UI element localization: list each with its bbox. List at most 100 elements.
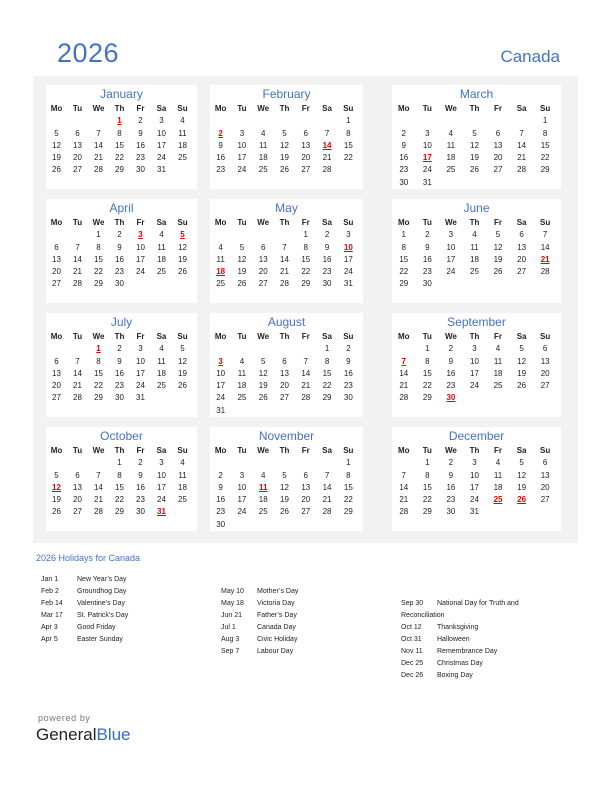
day-cell: 2 [448, 344, 454, 354]
month-card-november: November Mo Tu We Th Fr Sa Su 1 2 3 4 5 6 7 8 9 10 11 12 13 1… [210, 427, 363, 531]
day-cell: 17 [237, 153, 247, 163]
month-title: June [463, 201, 490, 215]
day-cell: 10 [216, 368, 226, 378]
day-cell: 3 [472, 458, 477, 468]
empty-cell [172, 164, 193, 176]
day-cell: 9 [117, 356, 122, 366]
day-cell: 29 [343, 507, 353, 517]
day-cell: 20 [73, 495, 82, 505]
week-row: 2 3 4 5 6 7 8 [210, 128, 363, 140]
day-cell: 3 [448, 230, 454, 240]
week-row: 10 11 12 13 14 15 16 [210, 368, 363, 380]
day-cell: 31 [422, 177, 432, 187]
day-cell: 20 [52, 381, 61, 391]
day-cell: 26 [258, 393, 268, 403]
day-cell: 4 [180, 458, 185, 468]
weekday-header: Mo Tu We Th Fr Sa Su [392, 217, 561, 229]
day-cell: 29 [322, 393, 332, 403]
weekday-header: Mo Tu We Th Fr Sa Su [210, 331, 363, 343]
week-row: 20 21 22 23 24 25 26 [46, 380, 197, 392]
day-cell: 5 [495, 230, 501, 240]
day-cell: 17 [343, 254, 353, 264]
day-cell: 10 [157, 128, 166, 138]
day-cell: 27 [517, 267, 527, 277]
day-cell: 25 [470, 267, 479, 277]
weekday-label: Sa [516, 332, 527, 341]
holiday-name: Valentine’s Day [77, 600, 125, 607]
day-cell: 22 [115, 495, 124, 505]
day-cell: 14 [94, 140, 103, 150]
day-cell: 28 [301, 393, 311, 403]
week-row: 12 [210, 343, 363, 355]
week-row: 28 29 30 [392, 392, 561, 404]
empty-cell [46, 229, 67, 241]
weekday-label: We [92, 446, 105, 455]
week-row: 1 2 3 4 5 6 [392, 457, 561, 469]
day-cell: 16 [136, 482, 145, 492]
day-cell: 5 [519, 458, 524, 468]
weekday-label: Tu [72, 332, 83, 341]
week-row: 25 26 27 28 29 30 31 [210, 278, 363, 290]
holiday-day-cell: 21 [540, 254, 550, 264]
week-row: 23 24 25 26 27 28 [210, 164, 363, 176]
day-cell: 29 [115, 507, 124, 517]
holiday-date: Feb 2 [41, 588, 59, 595]
day-cell: 5 [519, 344, 524, 354]
day-cell: 2 [218, 470, 223, 480]
week-row: 15 16 17 18 19 20 21 [392, 254, 561, 266]
day-cell: 14 [517, 140, 527, 150]
day-cell: 26 [280, 165, 289, 175]
day-cell: 8 [324, 356, 330, 366]
weekday-label: Mo [50, 446, 63, 455]
day-cell: 31 [136, 393, 145, 403]
holiday-day-cell: 17 [422, 153, 432, 163]
day-cell: 6 [282, 356, 287, 366]
day-cell: 11 [446, 140, 456, 150]
empty-cell [274, 519, 295, 531]
day-cell: 22 [343, 495, 353, 505]
day-cell: 4 [472, 230, 477, 240]
week-row: 1 2 3 4 5 6 7 [392, 229, 561, 241]
weekday-label: Fr [301, 104, 310, 113]
empty-cell [439, 115, 463, 127]
day-cell: 25 [157, 381, 166, 391]
day-cell: 15 [343, 140, 353, 150]
empty-cell [338, 164, 359, 176]
empty-cell [533, 177, 557, 189]
week-row: 5 6 7 8 9 10 11 [46, 470, 197, 482]
day-cell: 7 [401, 470, 406, 480]
day-cell: 24 [157, 153, 166, 163]
empty-cell [533, 278, 557, 290]
empty-cell [67, 343, 88, 355]
month-grid: Mo Tu We Th Fr Sa Su 1 2 3 4 5 6 7 8 9 10 11 12 13 14 15 16 17 1… [392, 103, 561, 189]
weekday-label: Su [177, 446, 188, 455]
day-cell: 21 [94, 153, 103, 163]
holiday-day-cell: 10 [343, 242, 353, 252]
empty-cell [88, 457, 109, 469]
day-cell: 24 [237, 507, 247, 517]
day-cell: 11 [178, 470, 187, 480]
weekday-label: Fr [301, 218, 310, 227]
empty-cell [253, 519, 274, 531]
day-cell: 30 [136, 507, 145, 517]
holiday-date: Nov 11 [401, 648, 423, 655]
month-title: September [447, 315, 506, 329]
weekday-label: Mo [214, 218, 227, 227]
day-cell: 18 [470, 254, 479, 264]
week-row: 6 7 8 9 10 11 12 [46, 242, 197, 254]
day-cell: 8 [117, 128, 122, 138]
holiday-item: May 18 Victoria Day [221, 598, 298, 610]
day-cell: 14 [280, 254, 289, 264]
holiday-name: Groundhog Day [77, 588, 127, 595]
day-cell: 1 [425, 458, 430, 468]
country-title: Canada [500, 47, 560, 66]
day-cell: 13 [301, 482, 311, 492]
week-row: 14 15 16 17 18 19 20 [392, 482, 561, 494]
day-cell: 1 [401, 230, 406, 240]
month-title: April [109, 201, 134, 215]
empty-cell [392, 115, 416, 127]
day-cell: 9 [218, 482, 223, 492]
day-cell: 27 [52, 393, 61, 403]
empty-cell [316, 405, 337, 417]
holiday-name: Thanksgiving [437, 624, 479, 631]
